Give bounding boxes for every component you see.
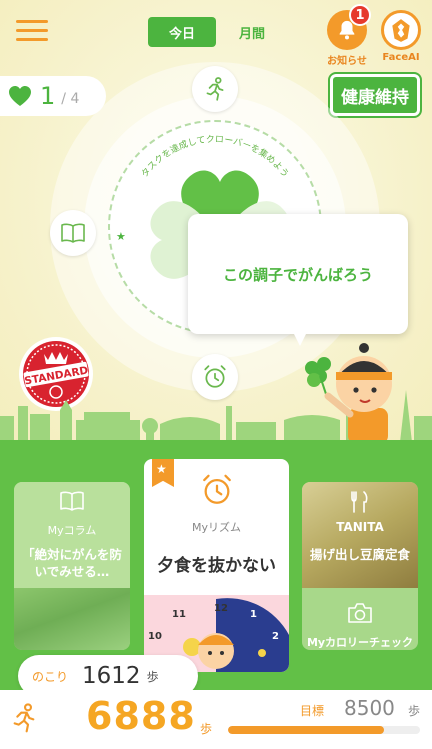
column-card-photo <box>14 588 130 650</box>
step-counter-bar[interactable]: 6888 歩 目標 8500 歩 <box>0 690 432 749</box>
notifications-label: お知らせ <box>327 56 367 67</box>
rhythm-card-category: Myリズム <box>191 521 241 534</box>
health-maintenance-button[interactable]: 健康維持 <box>328 72 422 118</box>
speech-bubble: この調子でがんばろう <box>188 214 408 334</box>
step-count: 6888 <box>86 694 196 738</box>
meal-brand: TANITA <box>336 520 384 534</box>
goal-label: 目標 <box>300 704 325 718</box>
face-icon <box>392 19 410 42</box>
clock-number-10: 10 <box>148 631 162 642</box>
step-progress-bar <box>228 726 420 734</box>
column-card-category: Myコラム <box>47 524 97 537</box>
meal-photo: TANITA 揚げ出し豆腐定食 <box>302 482 418 588</box>
heart-icon <box>9 86 31 106</box>
hearts-counter: 1 / 4 <box>0 76 106 116</box>
remaining-unit: 歩 <box>146 669 159 684</box>
camera-icon <box>348 603 372 623</box>
book-icon <box>60 491 84 511</box>
meal-name: 揚げ出し豆腐定食 <box>309 547 410 562</box>
goal-value: 8500 <box>344 696 395 720</box>
hearts-count: 1 <box>40 82 56 110</box>
star-icon: ★ <box>156 462 167 476</box>
faceai-button[interactable]: FaceAI <box>380 10 422 63</box>
hearts-total: / 4 <box>61 91 80 107</box>
menu-icon[interactable] <box>16 20 48 42</box>
clock-number-1: 1 <box>250 609 257 620</box>
calorie-check-label: Myカロリーチェック <box>306 636 414 649</box>
faceai-label: FaceAI <box>382 52 420 63</box>
alarm-clock-icon <box>203 474 231 504</box>
clock-number-11: 11 <box>172 609 186 620</box>
speech-bubble-text: この調子でがんばろう <box>222 265 373 284</box>
remaining-label: のこり <box>32 669 69 684</box>
remaining-value: 1612 <box>82 663 141 689</box>
clock-number-12: 12 <box>214 603 228 614</box>
notification-badge: 1 <box>349 4 371 26</box>
goal-unit: 歩 <box>408 704 421 718</box>
notifications-button[interactable]: 1 お知らせ <box>326 4 371 67</box>
fork-knife-icon <box>351 491 368 513</box>
step-unit: 歩 <box>200 722 213 736</box>
small-star-icon: ★ <box>116 230 126 243</box>
rhythm-card[interactable]: ★ Myリズム 夕食を抜かない 12 11 1 10 2 <box>144 459 289 672</box>
period-tabs: 今日 月間 <box>148 17 286 47</box>
book-icon <box>61 223 85 243</box>
tab-today[interactable]: 今日 <box>148 17 216 47</box>
column-task-button[interactable] <box>50 210 96 256</box>
hero-area: 今日 月間 1 お知らせ FaceAI 1 / 4 健康維持 タスクを達成してク… <box>0 0 432 440</box>
exercise-task-button[interactable] <box>192 66 238 112</box>
column-card-title: 「絶対にがんを防いでみせる… <box>22 547 122 579</box>
step-progress-fill <box>228 726 384 734</box>
running-icon <box>13 703 35 733</box>
running-icon <box>206 77 224 101</box>
clock-number-2: 2 <box>272 631 279 642</box>
rhythm-card-title: 夕食を抜かない <box>157 556 276 576</box>
column-card[interactable]: Myコラム 「絶対にがんを防いでみせる… <box>14 482 130 650</box>
mascot-character <box>305 343 392 440</box>
calorie-card[interactable]: TANITA 揚げ出し豆腐定食 Myカロリーチェック <box>302 482 418 650</box>
tab-monthly[interactable]: 月間 <box>218 17 286 47</box>
